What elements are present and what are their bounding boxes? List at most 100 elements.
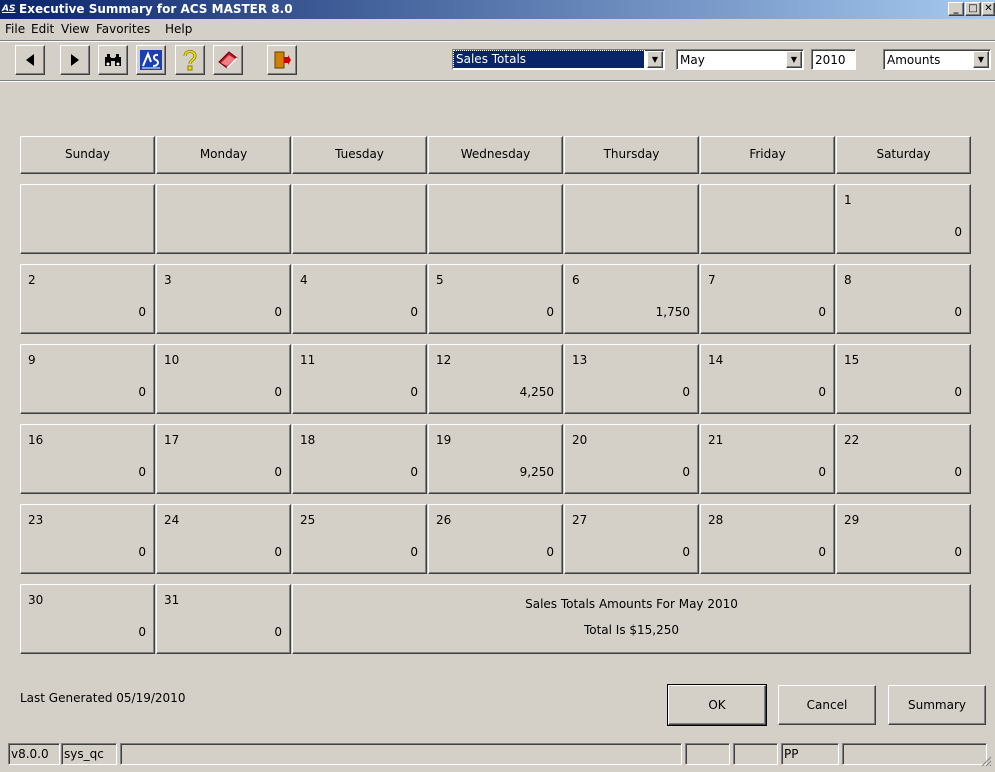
- day-cell[interactable]: 24 0: [156, 504, 291, 574]
- day-number: 31: [164, 593, 180, 607]
- day-value: 0: [138, 545, 146, 559]
- status-pane: [685, 743, 730, 765]
- back-button[interactable]: [15, 45, 45, 75]
- book-button[interactable]: [213, 45, 243, 75]
- day-cell[interactable]: 6 1,750: [564, 264, 699, 334]
- title-bar[interactable]: AS Executive Summary for ACS MASTER 8.0 …: [0, 0, 995, 19]
- window-title: Executive Summary for ACS MASTER 8.0: [19, 2, 293, 16]
- day-cell[interactable]: 16 0: [20, 424, 155, 494]
- forward-arrow-icon: [71, 54, 79, 66]
- help-button[interactable]: [175, 45, 205, 75]
- day-cell[interactable]: 10: [836, 184, 971, 254]
- status-pane: [842, 743, 987, 765]
- day-value: 0: [274, 305, 282, 319]
- day-number: 12: [436, 353, 452, 367]
- exit-door-icon: [274, 51, 291, 69]
- day-value: 0: [682, 545, 690, 559]
- acs-logo-icon: [140, 50, 162, 70]
- day-number: 30: [28, 593, 44, 607]
- day-cell[interactable]: 27 0: [564, 504, 699, 574]
- day-cell[interactable]: 19 9,250: [428, 424, 563, 494]
- weekday-header-monday: Monday: [156, 136, 291, 174]
- forward-button[interactable]: [60, 45, 90, 75]
- day-cell[interactable]: 15 0: [836, 344, 971, 414]
- day-cell[interactable]: 10 0: [156, 344, 291, 414]
- menu-view[interactable]: View: [61, 22, 89, 36]
- menu-file[interactable]: File: [5, 22, 25, 36]
- day-cell[interactable]: 90: [20, 344, 155, 414]
- day-cell[interactable]: 13 0: [564, 344, 699, 414]
- report-type-select[interactable]: Sales Totals ▼: [452, 49, 665, 70]
- day-cell[interactable]: 70: [700, 264, 835, 334]
- day-cell[interactable]: 11 0: [292, 344, 427, 414]
- day-value: 0: [274, 465, 282, 479]
- day-cell[interactable]: 30: [156, 264, 291, 334]
- day-cell[interactable]: 50: [428, 264, 563, 334]
- day-number: 23: [28, 513, 44, 527]
- menu-edit[interactable]: Edit: [31, 22, 54, 36]
- day-value: 0: [138, 385, 146, 399]
- day-value: 9,250: [519, 465, 554, 479]
- day-cell[interactable]: 28 0: [700, 504, 835, 574]
- summary-total: Total Is $15,250: [583, 623, 680, 637]
- minimize-button[interactable]: _: [948, 2, 964, 16]
- summary-button[interactable]: Summary: [888, 685, 986, 725]
- cancel-button[interactable]: Cancel: [778, 685, 876, 725]
- day-number: 5: [436, 273, 444, 287]
- day-number: 26: [436, 513, 452, 527]
- menu-help[interactable]: Help: [165, 22, 192, 36]
- day-cell[interactable]: 18 0: [292, 424, 427, 494]
- chevron-down-icon[interactable]: ▼: [973, 51, 989, 68]
- executive-summary-window: AS Executive Summary for ACS MASTER 8.0 …: [0, 0, 995, 772]
- day-value: 0: [818, 385, 826, 399]
- menu-separator: [0, 40, 995, 42]
- resize-grip-icon[interactable]: [980, 755, 992, 767]
- chevron-down-icon[interactable]: ▼: [786, 51, 802, 68]
- find-button[interactable]: [98, 45, 128, 75]
- day-cell[interactable]: 31 0: [156, 584, 291, 654]
- day-value: 0: [546, 305, 554, 319]
- month-select[interactable]: May ▼: [676, 49, 804, 70]
- year-field[interactable]: 2010: [811, 49, 856, 70]
- day-cell[interactable]: 20: [20, 264, 155, 334]
- day-value: 0: [682, 465, 690, 479]
- day-cell[interactable]: 29 0: [836, 504, 971, 574]
- day-value: 0: [954, 305, 962, 319]
- day-cell[interactable]: 17 0: [156, 424, 291, 494]
- day-cell[interactable]: 20 0: [564, 424, 699, 494]
- day-value: 1,750: [655, 305, 690, 319]
- maximize-button[interactable]: □: [965, 2, 981, 16]
- day-cell[interactable]: 40: [292, 264, 427, 334]
- day-cell[interactable]: 22 0: [836, 424, 971, 494]
- day-value: 0: [954, 385, 962, 399]
- weekday-header-wednesday: Wednesday: [428, 136, 563, 174]
- acs-button[interactable]: [136, 45, 166, 75]
- status-message: [120, 743, 682, 765]
- day-value: 0: [274, 625, 282, 639]
- empty-day-cell: [292, 184, 427, 254]
- value-mode-select[interactable]: Amounts ▼: [883, 49, 991, 70]
- menu-favorites[interactable]: Favorites: [96, 22, 150, 36]
- day-cell[interactable]: 25 0: [292, 504, 427, 574]
- weekday-header-thursday: Thursday: [564, 136, 699, 174]
- day-number: 15: [844, 353, 860, 367]
- day-number: 4: [300, 273, 308, 287]
- exit-button[interactable]: [267, 45, 297, 75]
- empty-day-cell: [700, 184, 835, 254]
- day-cell[interactable]: 80: [836, 264, 971, 334]
- day-cell[interactable]: 30 0: [20, 584, 155, 654]
- day-value: 0: [818, 305, 826, 319]
- ok-button[interactable]: OK: [667, 684, 767, 726]
- day-cell[interactable]: 26 0: [428, 504, 563, 574]
- day-cell[interactable]: 23 0: [20, 504, 155, 574]
- day-cell[interactable]: 12 4,250: [428, 344, 563, 414]
- day-value: 0: [546, 545, 554, 559]
- day-cell[interactable]: 14 0: [700, 344, 835, 414]
- day-cell[interactable]: 21 0: [700, 424, 835, 494]
- day-number: 20: [572, 433, 588, 447]
- weekday-header-sunday: Sunday: [20, 136, 155, 174]
- day-value: 0: [954, 225, 962, 239]
- chevron-down-icon[interactable]: ▼: [647, 51, 663, 68]
- close-button[interactable]: ✕: [982, 2, 995, 16]
- day-value: 0: [410, 545, 418, 559]
